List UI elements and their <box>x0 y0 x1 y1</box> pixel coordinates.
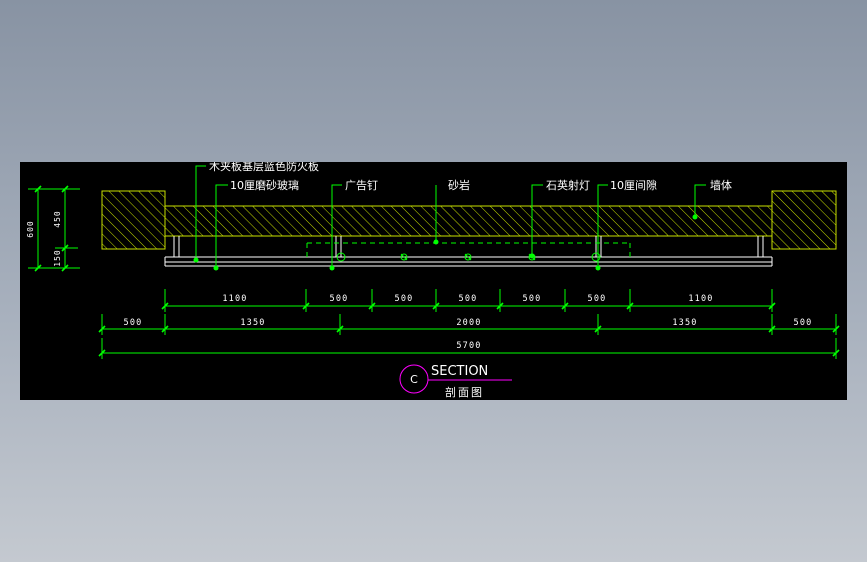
cad-viewport[interactable]: 木夹板基层蓝色防火板 10厘磨砂玻璃 广告钉 砂岩 石英射灯 10厘间隙 墙体 <box>0 0 867 562</box>
dim-row1-1: 1100 <box>222 294 247 304</box>
section-marker-letter: C <box>410 373 418 386</box>
callout-fireproof-board: 木夹板基层蓝色防火板 <box>209 162 319 173</box>
cad-drawing-canvas[interactable]: 木夹板基层蓝色防火板 10厘磨砂玻璃 广告钉 砂岩 石英射灯 10厘间隙 墙体 <box>20 162 847 400</box>
section-title: SECTION <box>431 364 488 379</box>
dim-row1-4: 500 <box>459 294 478 304</box>
wall-left <box>101 190 166 250</box>
dim-row1-6: 500 <box>588 294 607 304</box>
callout-sandstone: 砂岩 <box>448 178 470 192</box>
callout-quartz-spotlight: 石英射灯 <box>546 178 590 192</box>
callout-advert-nail: 广告钉 <box>345 179 378 192</box>
callout-10mm-gap: 10厘间隙 <box>610 178 657 192</box>
callout-wall: 墙体 <box>710 178 732 192</box>
dim-row1-2: 500 <box>330 294 349 304</box>
dim-vertical-lower: 150 <box>53 249 62 266</box>
dim-row2-5: 500 <box>794 318 813 328</box>
sandstone-panel <box>164 205 773 237</box>
dim-row2-1: 500 <box>124 318 143 328</box>
wall-right <box>771 190 837 250</box>
dim-row1-3: 500 <box>395 294 414 304</box>
dim-row1-5: 500 <box>523 294 542 304</box>
section-subtitle: 剖面图 <box>445 385 484 399</box>
dim-total: 5700 <box>456 341 481 351</box>
dim-row2-3: 2000 <box>456 318 481 328</box>
dim-row1-7: 1100 <box>688 294 713 304</box>
dim-vertical-total: 600 <box>26 220 35 237</box>
dim-vertical-upper: 450 <box>53 210 62 227</box>
dim-row2-4: 1350 <box>672 318 697 328</box>
dim-row2-2: 1350 <box>240 318 265 328</box>
callout-frosted-glass: 10厘磨砂玻璃 <box>230 178 299 192</box>
